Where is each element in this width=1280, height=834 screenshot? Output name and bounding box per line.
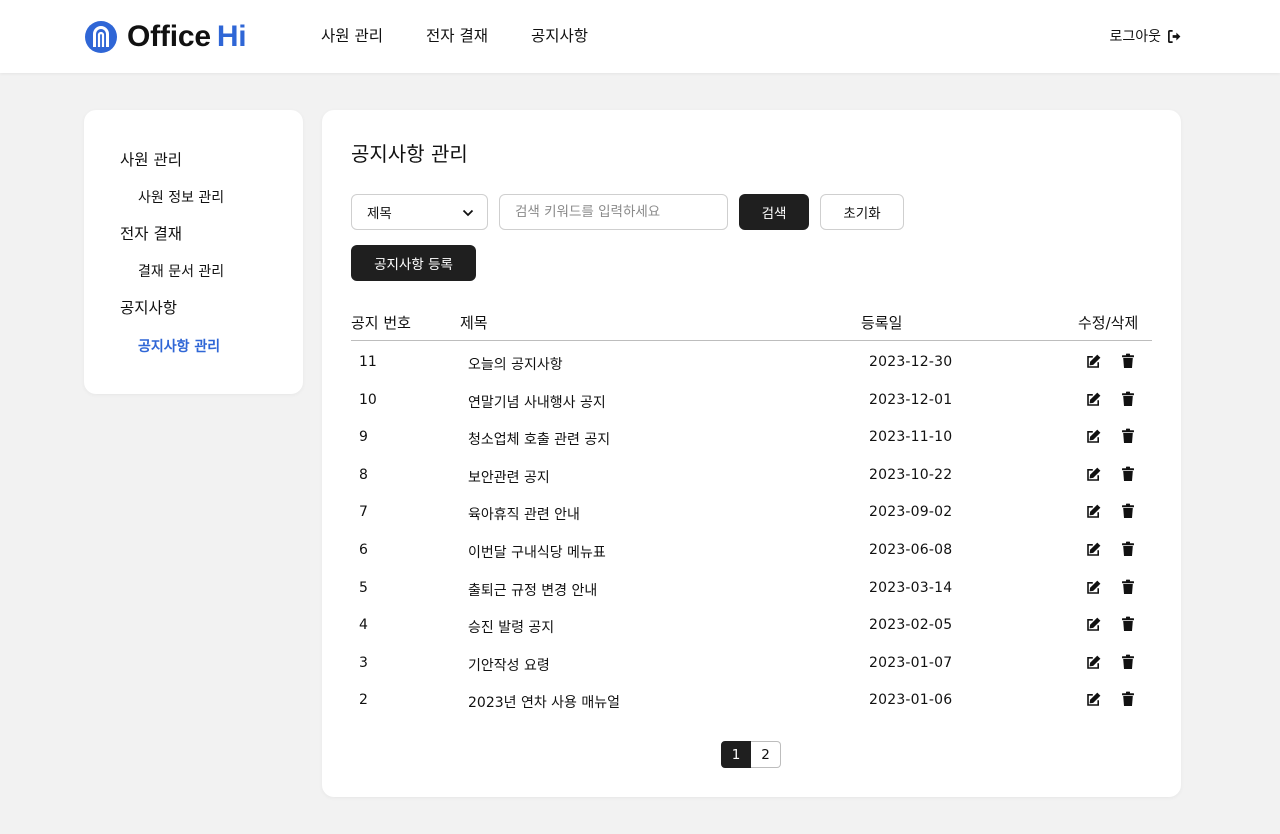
sidebar-item-notice-manage[interactable]: 공지사항 관리 xyxy=(138,336,220,356)
sidebar-group-employee[interactable]: 사원 관리 xyxy=(120,148,182,170)
col-date: 등록일 xyxy=(861,314,903,332)
trash-icon[interactable] xyxy=(1120,428,1136,444)
search-filter-value: 제목 xyxy=(367,206,392,222)
notice-number: 4 xyxy=(359,617,368,634)
search-filter-select[interactable]: 제목 xyxy=(351,194,488,230)
table-row: 2 2023년 연차 사용 매뉴얼 2023-01-06 xyxy=(351,681,1152,718)
notice-title[interactable]: 청소업체 호출 관련 공지 xyxy=(468,429,610,449)
notice-date: 2023-11-10 xyxy=(869,429,953,446)
edit-icon[interactable] xyxy=(1086,654,1102,670)
sidebar-item-approval-docs[interactable]: 결재 문서 관리 xyxy=(138,261,224,281)
app-logo[interactable]: Office Hi xyxy=(84,19,247,55)
logout-icon xyxy=(1168,29,1181,43)
edit-icon[interactable] xyxy=(1086,466,1102,482)
sidebar-group-approval[interactable]: 전자 결재 xyxy=(120,222,182,244)
logout-label: 로그아웃 xyxy=(1109,29,1161,45)
notice-number: 6 xyxy=(359,542,368,558)
chevron-down-icon xyxy=(462,209,474,217)
top-nav: 사원 관리 전자 결재 공지사항 xyxy=(321,24,588,48)
table-row: 7 육아휴직 관련 안내 2023-09-02 xyxy=(351,493,1152,530)
logo-word: Office xyxy=(127,20,211,53)
logo-icon xyxy=(85,21,117,53)
logo-text: Office Hi xyxy=(127,20,247,54)
edit-icon[interactable] xyxy=(1086,579,1102,595)
table-header: 공지 번호 제목 등록일 수정/삭제 xyxy=(351,312,1152,341)
search-button[interactable]: 검색 xyxy=(739,194,809,230)
table-row: 9 청소업체 호출 관련 공지 2023-11-10 xyxy=(351,418,1152,455)
sidebar-item-employee-info[interactable]: 사원 정보 관리 xyxy=(138,187,224,207)
trash-icon[interactable] xyxy=(1120,541,1136,557)
search-input[interactable] xyxy=(499,194,728,230)
notice-date: 2023-10-22 xyxy=(869,466,953,483)
notice-number: 11 xyxy=(359,354,377,370)
page-1-button[interactable]: 1 xyxy=(721,741,751,768)
notice-title[interactable]: 연말기념 사내행사 공지 xyxy=(468,392,606,412)
top-header: Office Hi 사원 관리 전자 결재 공지사항 로그아웃 xyxy=(0,0,1280,73)
notice-date: 2023-03-14 xyxy=(869,579,953,596)
notice-title[interactable]: 보안관련 공지 xyxy=(468,467,550,487)
notice-title[interactable]: 육아휴직 관련 안내 xyxy=(468,504,580,524)
table-row: 4 승진 발령 공지 2023-02-05 xyxy=(351,606,1152,643)
trash-icon[interactable] xyxy=(1120,353,1136,369)
notice-date: 2023-06-08 xyxy=(869,542,953,558)
table-row: 6 이번달 구내식당 메뉴표 2023-06-08 xyxy=(351,531,1152,568)
trash-icon[interactable] xyxy=(1120,579,1136,595)
trash-icon[interactable] xyxy=(1120,391,1136,407)
edit-icon[interactable] xyxy=(1086,391,1102,407)
table-row: 10 연말기념 사내행사 공지 2023-12-01 xyxy=(351,381,1152,418)
col-title: 제목 xyxy=(460,314,488,332)
edit-icon[interactable] xyxy=(1086,503,1102,519)
reset-button[interactable]: 초기화 xyxy=(820,194,904,230)
notice-title[interactable]: 오늘의 공지사항 xyxy=(468,354,563,374)
edit-icon[interactable] xyxy=(1086,691,1102,707)
register-notice-button[interactable]: 공지사항 등록 xyxy=(351,245,476,281)
col-actions: 수정/삭제 xyxy=(1078,314,1139,332)
trash-icon[interactable] xyxy=(1120,503,1136,519)
notice-title[interactable]: 승진 발령 공지 xyxy=(468,617,554,637)
notice-number: 5 xyxy=(359,579,368,596)
sidebar-group-notice[interactable]: 공지사항 xyxy=(120,296,177,318)
trash-icon[interactable] xyxy=(1120,616,1136,632)
notice-title[interactable]: 2023년 연차 사용 매뉴얼 xyxy=(468,692,620,712)
notice-number: 10 xyxy=(359,391,377,408)
topnav-approval[interactable]: 전자 결재 xyxy=(426,24,531,48)
table-row: 11 오늘의 공지사항 2023-12-30 xyxy=(351,343,1152,380)
pagination: 1 2 xyxy=(721,741,781,768)
sidebar: 사원 관리 사원 정보 관리 전자 결재 결재 문서 관리 공지사항 공지사항 … xyxy=(84,110,303,394)
col-number: 공지 번호 xyxy=(351,314,411,332)
edit-icon[interactable] xyxy=(1086,616,1102,632)
notice-title[interactable]: 이번달 구내식당 메뉴표 xyxy=(468,542,606,562)
trash-icon[interactable] xyxy=(1120,466,1136,482)
notice-title[interactable]: 기안작성 요령 xyxy=(468,655,550,675)
edit-icon[interactable] xyxy=(1086,541,1102,557)
topnav-notice[interactable]: 공지사항 xyxy=(531,24,588,48)
notice-date: 2023-12-01 xyxy=(869,391,953,408)
notice-number: 9 xyxy=(359,429,368,446)
notice-date: 2023-01-06 xyxy=(869,692,953,709)
page-title: 공지사항 관리 xyxy=(351,142,468,166)
notice-number: 8 xyxy=(359,466,368,483)
notice-number: 2 xyxy=(359,692,368,709)
table-row: 3 기안작성 요령 2023-01-07 xyxy=(351,644,1152,681)
notice-title[interactable]: 출퇴근 규정 변경 안내 xyxy=(468,580,597,600)
notice-number: 7 xyxy=(359,504,368,521)
notice-number: 3 xyxy=(359,654,368,671)
edit-icon[interactable] xyxy=(1086,353,1102,369)
trash-icon[interactable] xyxy=(1120,691,1136,707)
table-row: 5 출퇴근 규정 변경 안내 2023-03-14 xyxy=(351,569,1152,606)
table-row: 8 보안관련 공지 2023-10-22 xyxy=(351,456,1152,493)
notice-date: 2023-01-07 xyxy=(869,654,953,671)
logo-accent: Hi xyxy=(216,20,247,53)
notice-date: 2023-12-30 xyxy=(869,354,953,370)
main-panel: 공지사항 관리 제목 검색 초기화 공지사항 등록 공지 번호 제목 등록일 수… xyxy=(322,110,1181,797)
notice-date: 2023-02-05 xyxy=(869,617,953,634)
notice-date: 2023-09-02 xyxy=(869,504,953,521)
topnav-employee[interactable]: 사원 관리 xyxy=(321,24,426,48)
trash-icon[interactable] xyxy=(1120,654,1136,670)
edit-icon[interactable] xyxy=(1086,428,1102,444)
page-2-button[interactable]: 2 xyxy=(751,741,781,768)
logout-button[interactable]: 로그아웃 xyxy=(1109,24,1182,48)
